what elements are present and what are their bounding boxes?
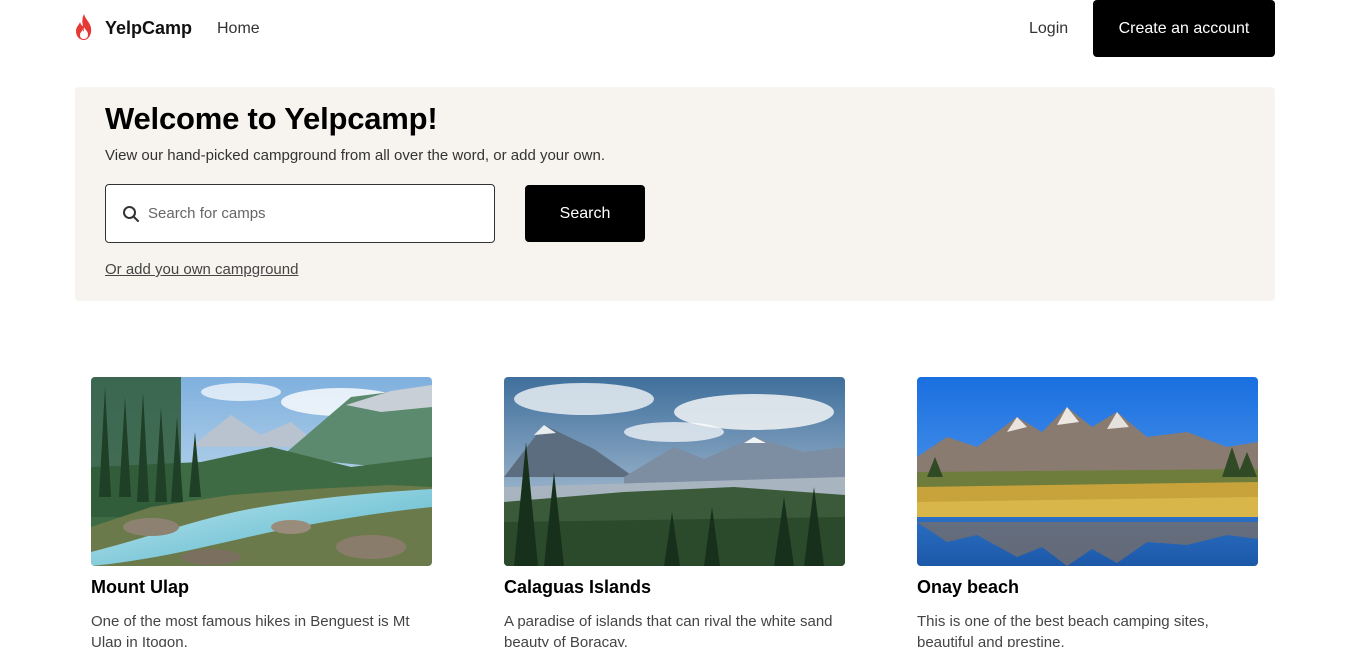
- search-input[interactable]: [148, 186, 478, 241]
- card-description: This is one of the best beach camping si…: [917, 613, 1209, 647]
- search-button[interactable]: Search: [525, 185, 645, 242]
- campground-card[interactable]: Calaguas Islands A paradise of islands t…: [504, 377, 845, 647]
- campground-image-calaguas-islands[interactable]: [504, 377, 845, 566]
- card-description: A paradise of islands that can rival the…: [504, 613, 833, 647]
- campground-image-onay-beach[interactable]: [917, 377, 1258, 566]
- nav-link-home[interactable]: Home: [217, 20, 260, 38]
- create-account-button[interactable]: Create an account: [1093, 0, 1275, 57]
- navbar: YelpCamp Home Login Create an account: [0, 0, 1350, 58]
- welcome-panel: Welcome to Yelpcamp! View our hand-picke…: [75, 87, 1275, 301]
- search-icon: [123, 206, 139, 222]
- campground-card[interactable]: Mount Ulap One of the most famous hikes …: [91, 377, 432, 647]
- campground-image-mount-ulap[interactable]: [91, 377, 432, 566]
- add-campground-link[interactable]: Or add you own campground: [105, 261, 298, 278]
- brand-name[interactable]: YelpCamp: [105, 18, 192, 39]
- card-description: One of the most famous hikes in Benguest…: [91, 613, 410, 647]
- flame-icon[interactable]: [73, 13, 95, 41]
- card-title[interactable]: Mount Ulap: [91, 577, 432, 598]
- campground-card[interactable]: Onay beach This is one of the best beach…: [917, 377, 1258, 647]
- card-title[interactable]: Calaguas Islands: [504, 577, 845, 598]
- page-title: Welcome to Yelpcamp!: [105, 101, 438, 136]
- nav-link-login[interactable]: Login: [1029, 20, 1068, 38]
- page-subtitle: View our hand-picked campground from all…: [105, 147, 605, 164]
- card-title[interactable]: Onay beach: [917, 577, 1258, 598]
- search-field[interactable]: [105, 184, 495, 243]
